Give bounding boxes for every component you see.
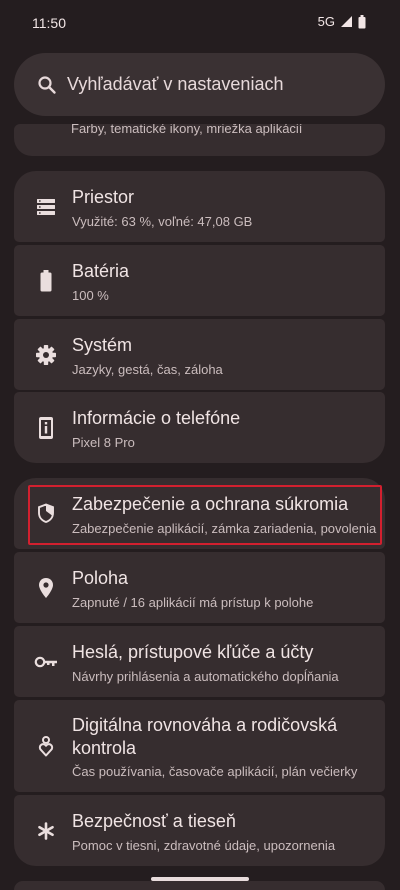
item-title: Bezpečnosť a tieseň [72, 811, 236, 831]
search-bar[interactable]: Vyhľadávať v nastaveniach [14, 53, 385, 116]
settings-item-digital-wellbeing[interactable]: Digitálna rovnováha a rodičovská kontrol… [14, 700, 385, 792]
settings-item-location[interactable]: Poloha Zapnuté / 16 aplikácií má prístup… [14, 552, 385, 623]
status-icons: 5G [318, 14, 366, 29]
item-subtitle: Čas používania, časovače aplikácií, plán… [72, 764, 358, 779]
item-subtitle: Jazyky, gestá, čas, záloha [72, 362, 223, 377]
item-subtitle: 100 % [72, 288, 109, 303]
item-subtitle: Zapnuté / 16 aplikácií má prístup k polo… [72, 595, 314, 610]
signal-icon [341, 16, 352, 27]
item-title: Heslá, prístupové kľúče a účty [72, 642, 314, 662]
settings-item-passwords-accounts[interactable]: Heslá, prístupové kľúče a účty Návrhy pr… [14, 626, 385, 697]
item-title: Priestor [72, 187, 135, 207]
item-subtitle: Využité: 63 %, voľné: 47,08 GB [72, 214, 253, 229]
storage-icon [31, 171, 61, 242]
status-time: 11:50 [32, 15, 66, 31]
asterisk-icon [31, 795, 61, 866]
search-icon [36, 74, 58, 96]
key-icon [31, 626, 61, 697]
phone-info-icon [31, 392, 61, 463]
settings-item-safety-emergency[interactable]: Bezpečnosť a tieseň Pomoc v tiesni, zdra… [14, 795, 385, 866]
network-type-label: 5G [317, 14, 335, 29]
item-subtitle: Pomoc v tiesni, zdravotné údaje, upozorn… [72, 838, 336, 853]
item-title: Informácie o telefóne [72, 408, 241, 428]
battery-icon [31, 245, 61, 316]
item-title: Poloha [72, 568, 129, 588]
settings-item-system[interactable]: Systém Jazyky, gestá, čas, záloha [14, 319, 385, 390]
battery-status-icon [358, 14, 366, 28]
item-subtitle: Pixel 8 Pro [72, 435, 135, 450]
settings-item-about-phone[interactable]: Informácie o telefóne Pixel 8 Pro [14, 392, 385, 463]
partial-settings-item[interactable]: Farby, tematické ikony, mriežka aplikáci… [14, 124, 385, 156]
location-pin-icon [31, 552, 61, 623]
item-title: Batéria [72, 261, 130, 281]
highlight-box [28, 485, 382, 545]
gear-icon [31, 319, 61, 390]
item-subtitle: Návrhy prihlásenia a automatického dopĺň… [72, 669, 339, 684]
partial-item-subtitle: Farby, tematické ikony, mriežka aplikáci… [71, 124, 303, 136]
search-placeholder: Vyhľadávať v nastaveniach [67, 74, 284, 94]
settings-item-storage[interactable]: Priestor Využité: 63 %, voľné: 47,08 GB [14, 171, 385, 242]
status-bar: 11:50 5G [0, 0, 400, 44]
item-title: Systém [72, 335, 133, 355]
home-indicator[interactable] [151, 877, 249, 881]
wellbeing-icon [31, 700, 61, 792]
settings-item-battery[interactable]: Batéria 100 % [14, 245, 385, 316]
item-title: Digitálna rovnováha a rodičovská kontrol… [72, 715, 338, 758]
next-card-edge [14, 881, 385, 890]
